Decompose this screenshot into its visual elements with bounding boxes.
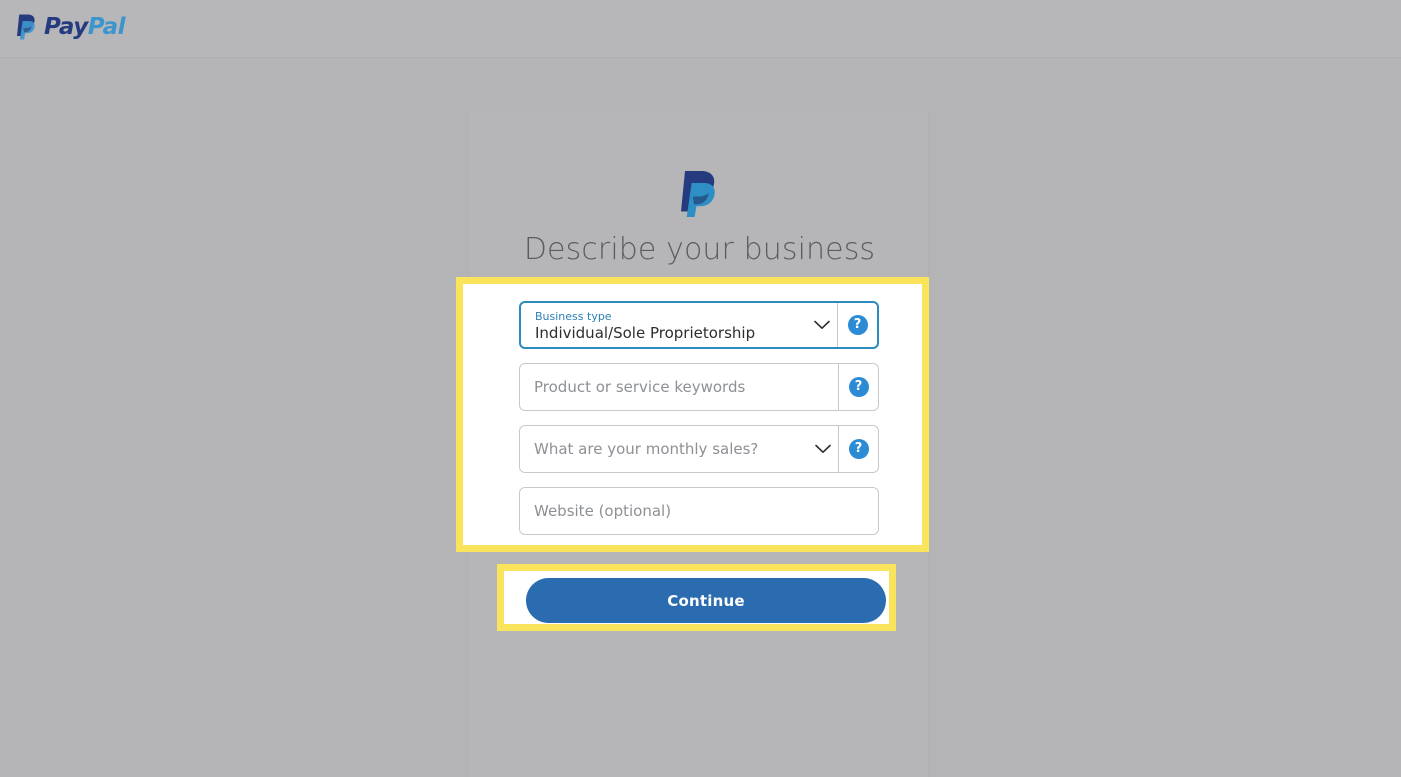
business-type-field[interactable]: Business type Individual/Sole Proprietor… xyxy=(519,301,879,349)
monthly-sales-input[interactable]: What are your monthly sales? xyxy=(520,426,808,472)
monthly-sales-field[interactable]: What are your monthly sales? ? xyxy=(519,425,879,473)
top-header-bar: PayPal xyxy=(0,0,1401,58)
monthly-sales-help-cell[interactable]: ? xyxy=(838,426,878,472)
continue-button[interactable]: Continue xyxy=(526,578,886,623)
paypal-brand-logo[interactable]: PayPal xyxy=(16,13,126,40)
card-logo-container xyxy=(469,170,930,218)
help-icon[interactable]: ? xyxy=(848,439,869,459)
business-form: Business type Individual/Sole Proprietor… xyxy=(519,301,879,535)
field-row-product-keywords: Product or service keywords ? xyxy=(519,363,879,411)
monthly-sales-placeholder: What are your monthly sales? xyxy=(534,440,759,458)
business-type-label: Business type xyxy=(535,310,612,323)
paypal-logo-icon xyxy=(17,14,35,40)
chevron-down-icon[interactable] xyxy=(807,303,837,347)
website-input[interactable]: Website (optional) xyxy=(520,488,878,534)
field-row-monthly-sales: What are your monthly sales? ? xyxy=(519,425,879,473)
wordmark-pal: Pal xyxy=(87,13,126,40)
product-keywords-field[interactable]: Product or service keywords ? xyxy=(519,363,879,411)
help-icon[interactable]: ? xyxy=(847,315,868,335)
paypal-monogram-icon xyxy=(680,171,715,217)
product-keywords-help-cell[interactable]: ? xyxy=(838,364,878,410)
business-type-value: Individual/Sole Proprietorship xyxy=(535,324,756,342)
chevron-down-icon[interactable] xyxy=(808,426,838,472)
field-row-business-type: Business type Individual/Sole Proprietor… xyxy=(519,301,879,349)
website-field[interactable]: Website (optional) xyxy=(519,487,879,535)
form-highlight-region: Business type Individual/Sole Proprietor… xyxy=(456,277,929,552)
product-keywords-placeholder: Product or service keywords xyxy=(534,378,746,396)
business-type-input[interactable]: Business type Individual/Sole Proprietor… xyxy=(521,303,807,347)
continue-highlight-region: Continue xyxy=(497,564,896,631)
website-placeholder: Website (optional) xyxy=(534,502,672,520)
product-keywords-input[interactable]: Product or service keywords xyxy=(520,364,838,410)
page-title: Describe your business xyxy=(523,232,876,267)
help-icon[interactable]: ? xyxy=(848,377,869,397)
wordmark-pay: Pay xyxy=(44,13,88,40)
field-row-website: Website (optional) xyxy=(519,487,879,535)
paypal-wordmark: PayPal xyxy=(44,13,126,40)
business-type-help-cell[interactable]: ? xyxy=(837,303,877,347)
